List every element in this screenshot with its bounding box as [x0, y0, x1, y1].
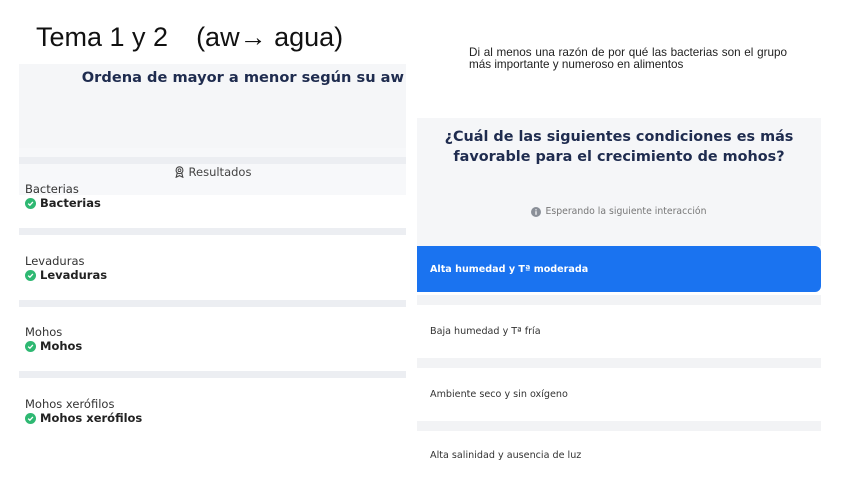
slide-title: Tema 1 y 2 (aw→ agua)	[36, 22, 343, 53]
answer-option[interactable]: Alta salinidad y ausencia de luz	[417, 433, 821, 477]
divider	[19, 300, 406, 307]
item-answer: Levaduras	[25, 268, 107, 282]
waiting-status: Esperando la siguiente interacción	[417, 206, 821, 217]
info-circle-icon	[531, 206, 542, 217]
quiz-question: ¿Cuál de las siguientes condiciones es m…	[444, 129, 794, 165]
answer-option[interactable]: Ambiente seco y sin oxígeno	[417, 371, 821, 417]
item-label: Mohos xerófilos	[25, 397, 115, 411]
award-ribbon-icon	[174, 165, 185, 178]
divider	[19, 228, 406, 235]
option-label: Baja humedad y Tª fría	[430, 325, 541, 337]
item-answer: Mohos xerófilos	[25, 411, 142, 425]
answer-option-selected[interactable]: Alta humedad y Tª moderada	[417, 246, 821, 292]
list-item: Mohos xerófilos Mohos xerófilos	[25, 397, 142, 425]
answer-option[interactable]: Baja humedad y Tª fría	[417, 308, 821, 354]
option-label: Alta humedad y Tª moderada	[430, 263, 589, 275]
option-label: Ambiente seco y sin oxígeno	[430, 388, 568, 400]
divider	[417, 421, 821, 431]
item-answer-text: Mohos xerófilos	[40, 411, 143, 425]
item-label: Mohos	[25, 325, 63, 339]
divider	[19, 157, 406, 164]
check-circle-icon	[25, 412, 36, 424]
item-answer: Bacterias	[25, 196, 101, 210]
list-item: Bacterias Bacterias	[25, 182, 101, 210]
divider	[417, 295, 821, 305]
list-item: Levaduras Levaduras	[25, 254, 107, 282]
divider	[19, 371, 406, 378]
option-label: Alta salinidad y ausencia de luz	[430, 449, 582, 461]
item-label: Levaduras	[25, 254, 85, 268]
item-answer-text: Levaduras	[40, 268, 108, 282]
check-circle-icon	[25, 197, 36, 209]
ordering-question: Ordena de mayor a menor según su aw	[81, 69, 404, 86]
slide-title-topic: Tema 1 y 2	[36, 22, 169, 52]
ordering-results-panel: Ordena de mayor a menor según su aw Resu…	[19, 64, 406, 464]
item-answer-text: Mohos	[40, 339, 83, 353]
waiting-text: Esperando la siguiente interacción	[545, 206, 707, 217]
divider	[417, 358, 821, 368]
item-answer: Mohos	[25, 339, 82, 353]
results-label: Resultados	[188, 164, 252, 179]
quiz-panel: ¿Cuál de las siguientes condiciones es m…	[417, 118, 821, 477]
open-question-prompt: Di al menos una razón de por qué las bac…	[469, 46, 787, 71]
question-header: Ordena de mayor a menor según su aw	[19, 64, 406, 148]
item-answer-text: Bacterias	[40, 196, 101, 210]
item-label: Bacterias	[25, 182, 79, 196]
list-item: Mohos Mohos	[25, 325, 82, 353]
check-circle-icon	[25, 340, 36, 352]
check-circle-icon	[25, 269, 36, 281]
slide-title-subtitle: (aw→ agua)	[196, 22, 344, 52]
